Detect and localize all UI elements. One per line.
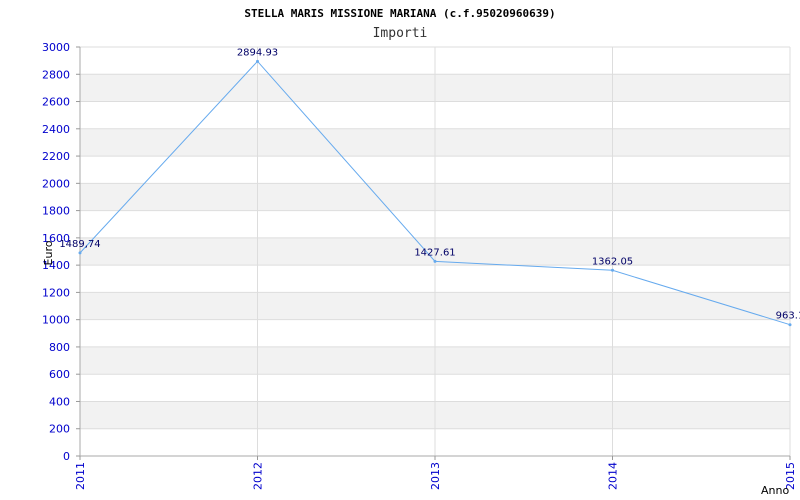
data-point [788, 323, 792, 327]
y-tick-label: 2600 [42, 96, 70, 109]
chart-title: STELLA MARIS MISSIONE MARIANA (c.f.95020… [244, 7, 555, 20]
y-tick-label: 400 [49, 395, 70, 408]
x-tick-label: 2014 [607, 462, 620, 490]
y-axis-label: Euro [42, 240, 55, 265]
x-tick-label: 2012 [252, 462, 265, 490]
y-tick-label: 2000 [42, 177, 70, 190]
x-tick-label: 2011 [74, 462, 87, 490]
y-tick-label: 1200 [42, 286, 70, 299]
data-label: 2894.93 [237, 47, 278, 58]
chart-subtitle: Importi [373, 26, 428, 41]
data-point [433, 259, 437, 263]
x-tick-label: 2013 [429, 462, 442, 490]
data-label: 963.1 [776, 311, 800, 322]
data-point [78, 251, 82, 255]
y-tick-label: 600 [49, 368, 70, 381]
y-tick-label: 3000 [42, 41, 70, 54]
data-label: 1362.05 [592, 256, 633, 267]
data-point [611, 268, 614, 272]
data-label: 1427.61 [414, 247, 455, 258]
y-tick-label: 2200 [42, 150, 70, 163]
y-tick-label: 1000 [42, 314, 70, 327]
y-tick-label: 1800 [42, 205, 70, 218]
line-chart: 0200400600800100012001400160018002000220… [42, 7, 800, 497]
x-axis-ticks: 2011 2012 2013 2014 2015 [74, 456, 797, 490]
data-point [256, 59, 259, 63]
y-tick-label: 800 [49, 341, 70, 354]
y-tick-label: 2400 [42, 123, 70, 136]
x-axis-label: Anno [761, 484, 789, 497]
data-label: 1489,74 [59, 239, 100, 250]
y-tick-label: 200 [49, 423, 70, 436]
y-tick-label: 0 [63, 450, 70, 463]
y-tick-label: 2800 [42, 68, 70, 81]
